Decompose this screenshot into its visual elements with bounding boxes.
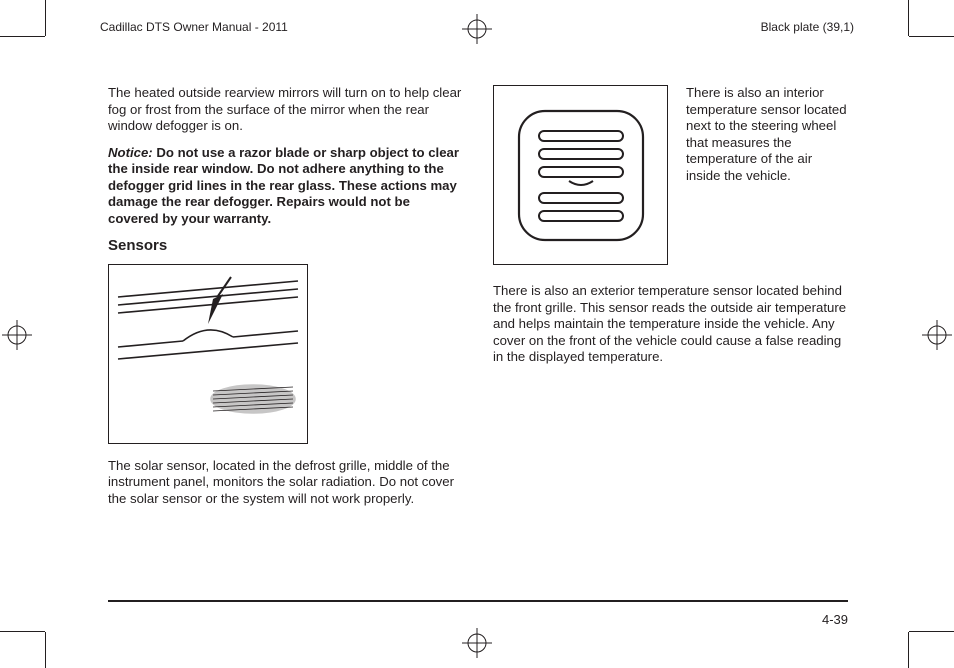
header-left: Cadillac DTS Owner Manual - 2011	[100, 20, 288, 34]
registration-mark-bottom	[462, 628, 492, 658]
figure-solar-sensor	[108, 264, 308, 444]
header-right: Black plate (39,1)	[761, 20, 854, 34]
crop-tick	[909, 36, 954, 37]
manual-page: { "header": { "left": "Cadillac DTS Owne…	[0, 0, 954, 668]
notice-body: Do not use a razor blade or sharp object…	[108, 145, 459, 226]
page-body: The heated outside rearview mirrors will…	[108, 85, 848, 595]
crop-tick	[45, 0, 46, 36]
solar-sensor-icon	[113, 269, 303, 439]
heading-sensors: Sensors	[108, 237, 463, 256]
paragraph-solar-sensor: The solar sensor, located in the defrost…	[108, 458, 463, 508]
crop-tick	[908, 632, 909, 668]
page-number: 4-39	[822, 612, 848, 627]
crop-tick	[908, 0, 909, 36]
figure-interior-sensor	[493, 85, 668, 265]
notice-label: Notice:	[108, 145, 153, 160]
footer-rule	[108, 600, 848, 602]
crop-tick	[0, 36, 45, 37]
crop-tick	[45, 632, 46, 668]
registration-mark-right	[922, 320, 952, 350]
page-header: Cadillac DTS Owner Manual - 2011 Black p…	[100, 20, 854, 34]
registration-mark-left	[2, 320, 32, 350]
left-column: The heated outside rearview mirrors will…	[108, 85, 463, 517]
vent-grille-icon	[501, 93, 661, 258]
crop-tick	[909, 631, 954, 632]
paragraph-exterior-sensor: There is also an exterior temperature se…	[493, 283, 848, 366]
paragraph-interior-sensor: There is also an interior temperature se…	[686, 85, 848, 184]
paragraph-mirrors: The heated outside rearview mirrors will…	[108, 85, 463, 135]
crop-tick	[0, 631, 45, 632]
notice-paragraph: Notice: Do not use a razor blade or shar…	[108, 145, 463, 228]
right-column: There is also an interior temperature se…	[493, 85, 848, 517]
